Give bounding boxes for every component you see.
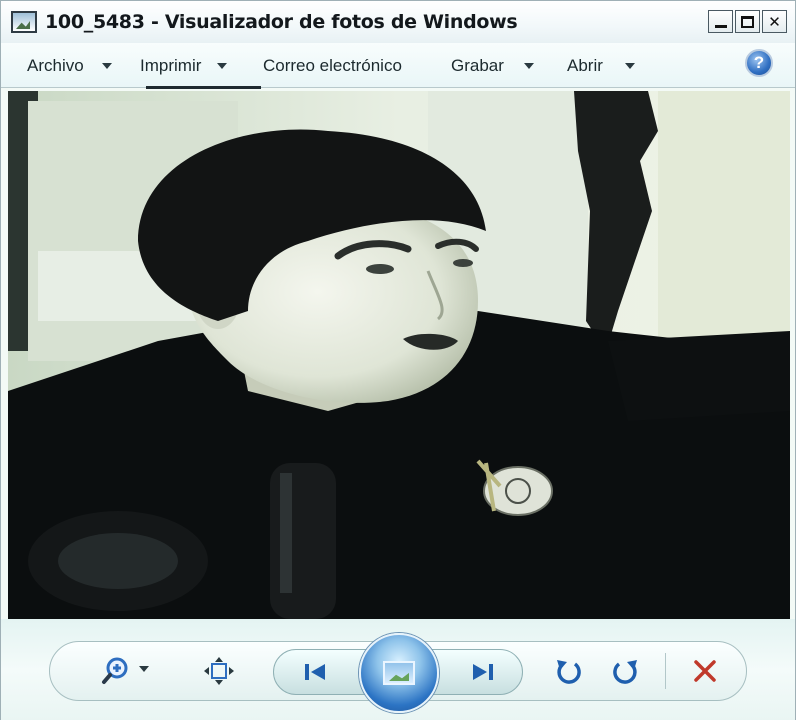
toolbar-divider xyxy=(665,653,666,689)
window-title: 100_5483 - Visualizador de fotos de Wind… xyxy=(45,11,518,33)
zoom-icon xyxy=(102,657,149,684)
menu-abrir-label: Abrir xyxy=(567,56,603,75)
photo-viewer-window: 100_5483 - Visualizador de fotos de Wind… xyxy=(0,0,796,720)
menu-active-indicator xyxy=(146,86,261,89)
slideshow-button[interactable] xyxy=(359,633,439,713)
close-button[interactable]: ✕ xyxy=(762,10,787,33)
previous-icon xyxy=(305,664,325,680)
next-icon xyxy=(473,664,493,680)
minimize-button[interactable] xyxy=(708,10,733,33)
rotate-counterclockwise-button[interactable] xyxy=(549,653,587,689)
photo-content xyxy=(8,91,790,619)
menu-grabar-label: Grabar xyxy=(451,56,504,75)
maximize-button[interactable] xyxy=(735,10,760,33)
next-button[interactable] xyxy=(463,655,503,689)
menu-bar: Archivo Imprimir Correo electrónico Grab… xyxy=(1,43,795,88)
zoom-button[interactable] xyxy=(97,653,157,689)
close-icon: ✕ xyxy=(768,13,781,31)
previous-button[interactable] xyxy=(295,655,335,689)
help-icon[interactable]: ? xyxy=(745,49,773,77)
menu-archivo-label: Archivo xyxy=(27,56,84,75)
bottom-toolbar xyxy=(1,619,795,720)
rotate-clockwise-button[interactable] xyxy=(607,653,645,689)
menu-imprimir-label: Imprimir xyxy=(140,56,202,75)
photo-display[interactable] xyxy=(8,91,790,619)
title-bar[interactable]: 100_5483 - Visualizador de fotos de Wind… xyxy=(1,1,795,43)
menu-correo-label: Correo electrónico xyxy=(263,56,402,75)
actual-size-button[interactable] xyxy=(199,653,239,689)
maximize-icon xyxy=(741,15,754,28)
rotate-counterclockwise-icon xyxy=(557,660,581,684)
chevron-down-icon xyxy=(217,63,228,69)
rotate-clockwise-icon xyxy=(613,660,637,684)
menu-abrir[interactable]: Abrir xyxy=(567,54,635,78)
help-glyph: ? xyxy=(753,53,765,72)
chevron-down-icon xyxy=(101,63,112,69)
minimize-icon xyxy=(714,25,727,28)
window-controls: ✕ xyxy=(708,10,787,33)
chevron-down-icon xyxy=(523,63,534,69)
slideshow-icon xyxy=(383,661,415,685)
delete-icon xyxy=(694,660,716,682)
menu-archivo[interactable]: Archivo xyxy=(27,54,112,78)
chevron-down-icon xyxy=(624,63,635,69)
actual-size-icon xyxy=(204,657,234,685)
photo-viewer-app-icon xyxy=(11,11,37,33)
menu-grabar[interactable]: Grabar xyxy=(451,54,534,78)
menu-imprimir[interactable]: Imprimir xyxy=(140,54,228,78)
delete-button[interactable] xyxy=(685,653,725,689)
menu-correo-electronico[interactable]: Correo electrónico xyxy=(263,54,402,78)
